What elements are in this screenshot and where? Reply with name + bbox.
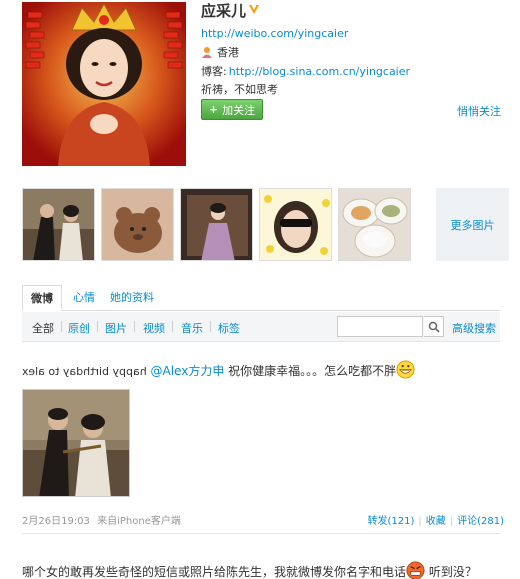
blog-label: 博客:	[201, 65, 227, 78]
post-image[interactable]	[22, 389, 130, 497]
post-body: 哪个女的敢再发些奇怪的短信或照片给陈先生，我就微博发你名字和电话	[22, 565, 407, 579]
location-text: 香港	[217, 46, 239, 59]
advanced-search-link[interactable]: 高级搜索	[452, 320, 496, 336]
tab-profile-info[interactable]: 她的资料	[110, 285, 154, 311]
plus-icon: +	[208, 103, 219, 116]
repost-link[interactable]: 转发(121)	[367, 516, 414, 527]
angry-emoji-icon	[406, 561, 425, 579]
post-actions: 转发(121) | 收藏 | 评论(281)	[367, 512, 504, 527]
search-button[interactable]	[424, 316, 444, 337]
post-body-end: 听到没？	[428, 565, 477, 579]
profile-url-link[interactable]: http://weibo.com/yingcaier	[201, 27, 348, 40]
tab-weibo[interactable]: 微博	[22, 285, 62, 311]
grin-emoji-icon	[396, 360, 415, 379]
search-input[interactable]	[337, 316, 423, 337]
photo-thumbnail[interactable]	[259, 188, 332, 261]
divider	[172, 321, 173, 332]
photo-thumbnail[interactable]	[22, 188, 95, 261]
quiet-follow-link[interactable]: 悄悄关注	[457, 103, 501, 119]
profile-name-text: 应采儿	[201, 2, 247, 20]
mirrored-text: happy birthday to alex	[22, 365, 147, 378]
divider	[134, 321, 135, 332]
photo-thumbnail[interactable]	[180, 188, 253, 261]
filter-original[interactable]: 原创	[68, 320, 90, 336]
comment-link[interactable]: 评论(281)	[457, 516, 504, 527]
post-text: happy birthday to alex @Alex方力申 祝你健康幸福。。…	[22, 360, 500, 379]
tab-mood[interactable]: 心情	[73, 285, 95, 311]
filter-tags[interactable]: 标签	[218, 320, 240, 336]
bio: 祈祷，不如思考	[201, 83, 278, 96]
post-time[interactable]: 2月26日19:03	[22, 516, 90, 527]
more-photos-link[interactable]: 更多图片	[436, 188, 509, 261]
blog-link[interactable]: http://blog.sina.com.cn/yingcaier	[229, 65, 410, 78]
filter-all[interactable]: 全部	[32, 320, 54, 336]
post-body: 祝你健康幸福。。。怎么吃都不胖	[228, 364, 397, 378]
photo-strip: 更多图片	[22, 188, 509, 263]
photo-thumbnail[interactable]	[101, 188, 174, 261]
follow-button-label: 加关注	[222, 103, 256, 117]
blog-line: 博客: http://blog.sina.com.cn/yingcaier	[201, 63, 410, 79]
verified-badge-icon	[249, 5, 260, 14]
profile-avatar[interactable]	[22, 2, 186, 166]
favorite-link[interactable]: 收藏	[426, 516, 446, 527]
person-icon	[202, 47, 212, 58]
divider: |	[449, 516, 454, 527]
profile-name: 应采儿	[201, 0, 260, 21]
post-text: 哪个女的敢再发些奇怪的短信或照片给陈先生，我就微博发你名字和电话 听到没？	[22, 561, 512, 579]
filter-videos[interactable]: 视频	[143, 320, 165, 336]
location: 香港	[201, 44, 239, 60]
post-meta: 2月26日19:03 来自iPhone客户端	[22, 512, 181, 527]
post-source: 来自iPhone客户端	[97, 516, 181, 527]
follow-button[interactable]: + 加关注	[201, 99, 263, 120]
divider	[61, 321, 62, 332]
search-icon	[428, 321, 440, 333]
post-divider	[22, 533, 500, 534]
photo-thumbnail[interactable]	[338, 188, 411, 261]
divider	[97, 321, 98, 332]
profile-tabs: 微博 心情 她的资料	[22, 285, 500, 311]
divider	[210, 321, 211, 332]
filter-images[interactable]: 图片	[105, 320, 127, 336]
filter-bar: 全部 原创 图片 视频 音乐 标签 高级搜索	[22, 312, 500, 342]
mention-link[interactable]: @Alex方力申	[151, 364, 225, 378]
filter-music[interactable]: 音乐	[181, 320, 203, 336]
divider: |	[418, 516, 422, 527]
